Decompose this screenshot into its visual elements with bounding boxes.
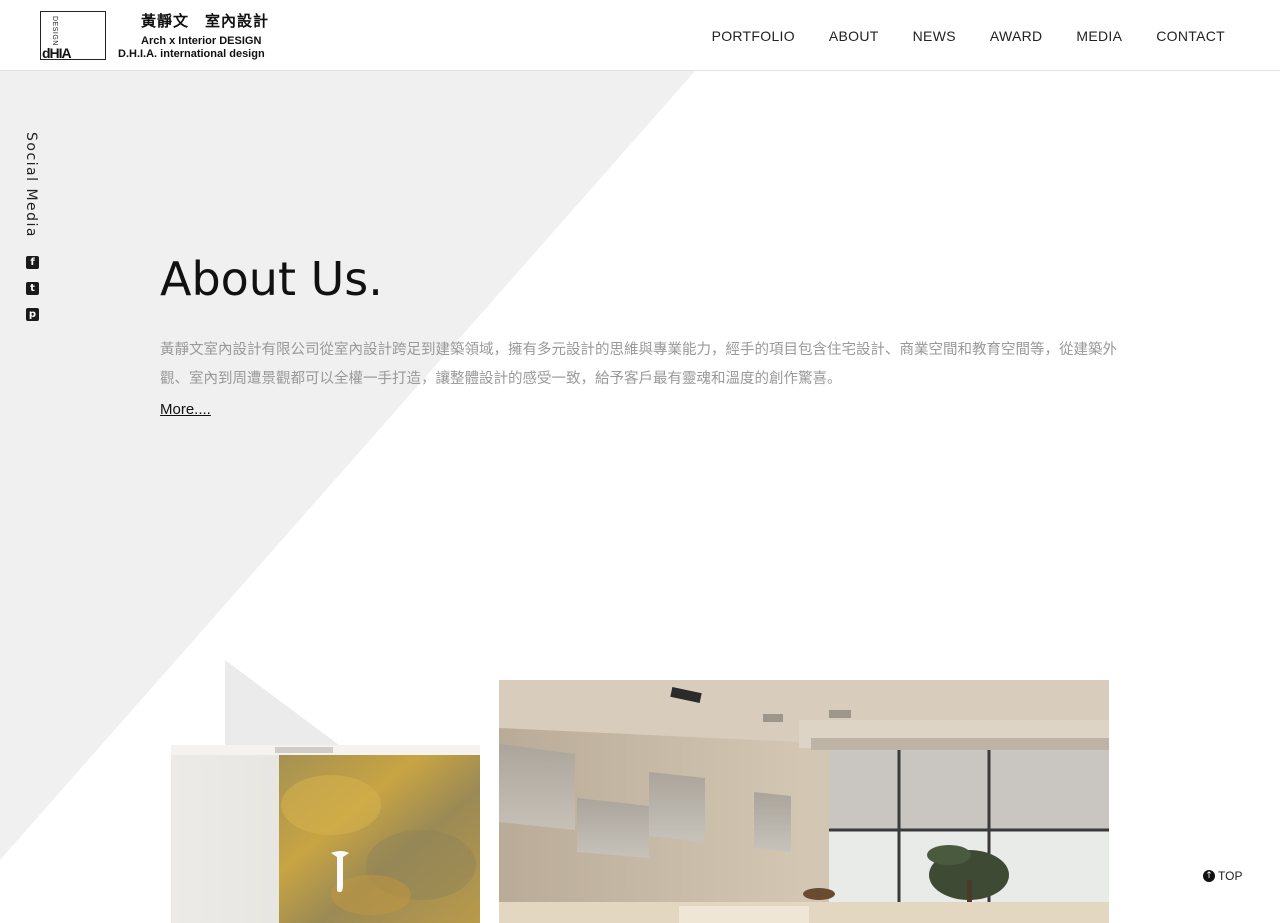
arrow-up-circle-icon: ↑ <box>1203 870 1215 882</box>
logo-mark: dHIA <box>42 45 72 61</box>
main-nav: PORTFOLIO ABOUT NEWS AWARD MEDIA CONTACT <box>712 28 1225 44</box>
nav-media[interactable]: MEDIA <box>1076 28 1122 44</box>
nav-award[interactable]: AWARD <box>990 28 1043 44</box>
social-media-label: Social Media <box>23 132 39 239</box>
back-to-top-button[interactable]: ↑ TOP <box>1203 869 1242 883</box>
artwork-photo-image <box>171 745 480 923</box>
logo-vertical-text: DESIGN <box>51 16 58 46</box>
living-room-photo-image <box>499 680 1109 923</box>
logo-tagline: Arch x Interior DESIGN <box>141 35 262 47</box>
facebook-icon[interactable]: f <box>26 256 39 269</box>
more-link[interactable]: More.... <box>160 401 211 418</box>
nav-contact[interactable]: CONTACT <box>1156 28 1225 44</box>
twitter-icon[interactable]: t <box>26 282 39 295</box>
nav-news[interactable]: NEWS <box>913 28 956 44</box>
nav-about[interactable]: ABOUT <box>829 28 879 44</box>
logo-tagline-secondary: D.H.I.A. international design <box>118 48 265 60</box>
portfolio-photo-artwork[interactable] <box>171 745 480 923</box>
site-header: DESIGN dHIA 黃靜文 室內設計 Arch x Interior DES… <box>0 0 1280 71</box>
about-title: About Us. <box>160 252 383 306</box>
pinterest-icon[interactable]: p <box>26 308 39 321</box>
about-description: 黃靜文室內設計有限公司從室內設計跨足到建築領域，擁有多元設計的思維與專業能力，經… <box>160 342 1117 387</box>
nav-portfolio[interactable]: PORTFOLIO <box>712 28 795 44</box>
portfolio-photo-living-room[interactable] <box>499 680 1109 923</box>
back-to-top-label: TOP <box>1218 869 1243 883</box>
logo-company-name[interactable]: 黃靜文 室內設計 <box>141 10 269 31</box>
